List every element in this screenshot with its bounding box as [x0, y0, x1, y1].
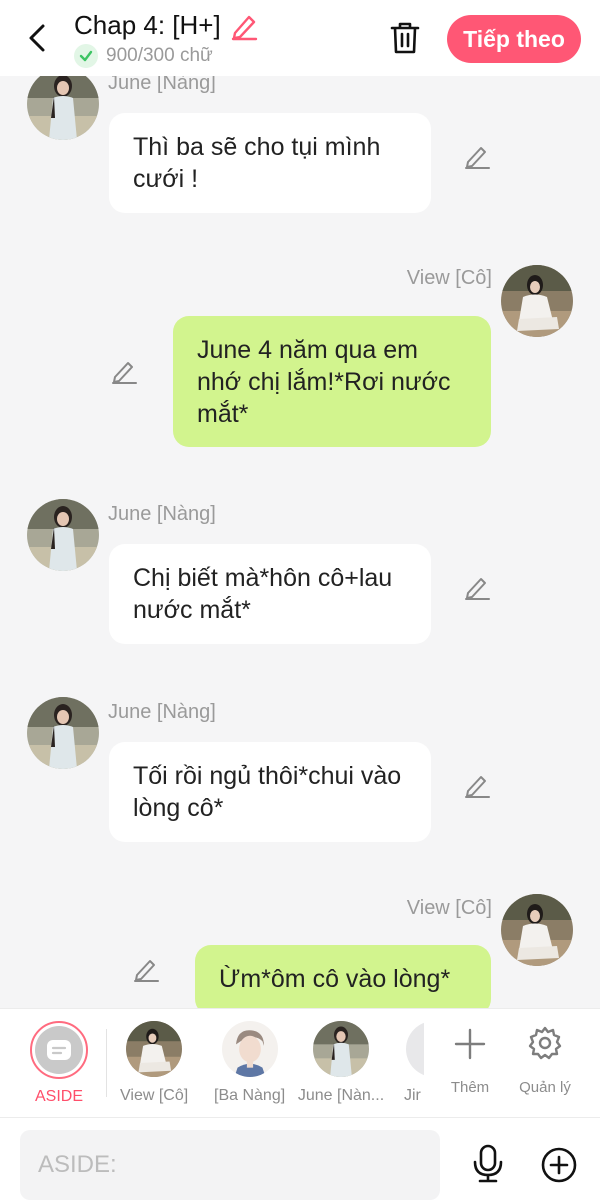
chapter-title: Chap 4: [H+]	[74, 10, 221, 40]
view-avatar[interactable]	[501, 894, 573, 966]
aside-icon	[47, 1040, 71, 1060]
edit-message-icon[interactable]	[463, 573, 491, 601]
character-label: [Ba Nàng]	[214, 1087, 286, 1104]
message-speaker: June [Nàng]	[108, 701, 216, 723]
character-label: June [Nàn...	[297, 1087, 385, 1104]
character-aside[interactable]: ASIDE	[30, 1021, 88, 1106]
message-bubble[interactable]: Thì ba sẽ cho tụi mình cưới !	[109, 113, 431, 213]
composer	[0, 1118, 600, 1203]
check-icon	[74, 44, 98, 68]
message-speaker: June [Nàng]	[108, 503, 216, 525]
message-bubble[interactable]: Ừm*ôm cô vào lòng*	[195, 945, 491, 1008]
view-avatar[interactable]	[501, 265, 573, 337]
june-avatar[interactable]	[27, 76, 99, 140]
word-count-row: 900/300 chữ	[74, 44, 213, 68]
back-button[interactable]	[20, 18, 54, 58]
edit-message-icon[interactable]	[110, 357, 138, 385]
edit-message-icon[interactable]	[132, 955, 160, 983]
edit-message-icon[interactable]	[463, 142, 491, 170]
character-label: Jir	[404, 1087, 421, 1104]
message-bubble[interactable]: June 4 năm qua em nhớ chị lắm!*Rơi nước …	[173, 316, 491, 447]
message-bubble[interactable]: Chị biết mà*hôn cô+lau nước mắt*	[109, 544, 431, 644]
character-ba-nang[interactable]: [Ba Nàng]	[214, 1021, 285, 1105]
next-button[interactable]: Tiếp theo	[447, 15, 581, 63]
message-input[interactable]	[20, 1130, 440, 1200]
add-circle-icon[interactable]	[540, 1146, 578, 1184]
message-bubble[interactable]: Tối rồi ngủ thôi*chui vào lòng cô*	[109, 742, 431, 842]
character-label: ASIDE	[34, 1088, 83, 1105]
june-avatar[interactable]	[27, 499, 99, 571]
trash-icon	[390, 22, 420, 54]
back-arrow-icon	[29, 24, 45, 52]
message-speaker: June [Nàng]	[108, 76, 216, 94]
character-label: View [Cô]	[120, 1087, 189, 1104]
page-title[interactable]: Chap 4: [H+]	[74, 10, 259, 41]
message-speaker: View [Cô]	[406, 267, 492, 289]
gear-icon	[528, 1026, 562, 1060]
plus-icon	[454, 1028, 486, 1060]
character-jir[interactable]: Jir	[402, 1021, 424, 1111]
edit-message-icon[interactable]	[463, 771, 491, 799]
character-june[interactable]: June [Nàn...	[297, 1021, 385, 1105]
june-avatar[interactable]	[27, 697, 99, 769]
aside-ring	[30, 1021, 88, 1079]
edit-title-icon[interactable]	[229, 11, 259, 41]
character-bar: ASIDE View [Cô] [Ba Nàng] June [Nàn... J…	[0, 1008, 600, 1118]
add-label: Thêm	[450, 1079, 490, 1096]
manage-label: Quản lý	[519, 1079, 571, 1096]
divider	[106, 1029, 107, 1097]
word-count: 900/300 chữ	[106, 45, 213, 66]
microphone-icon[interactable]	[470, 1144, 506, 1184]
top-bar: Chap 4: [H+] 900/300 chữ Tiếp theo	[0, 0, 600, 76]
chat-area[interactable]: June [Nàng] Thì ba sẽ cho tụi mình cưới …	[0, 76, 600, 1008]
add-character-button[interactable]: Thêm	[446, 1027, 494, 1096]
message-speaker: View [Cô]	[406, 897, 492, 919]
character-view[interactable]: View [Cô]	[120, 1021, 188, 1105]
delete-button[interactable]	[386, 18, 424, 58]
manage-button[interactable]: Quản lý	[516, 1025, 574, 1096]
